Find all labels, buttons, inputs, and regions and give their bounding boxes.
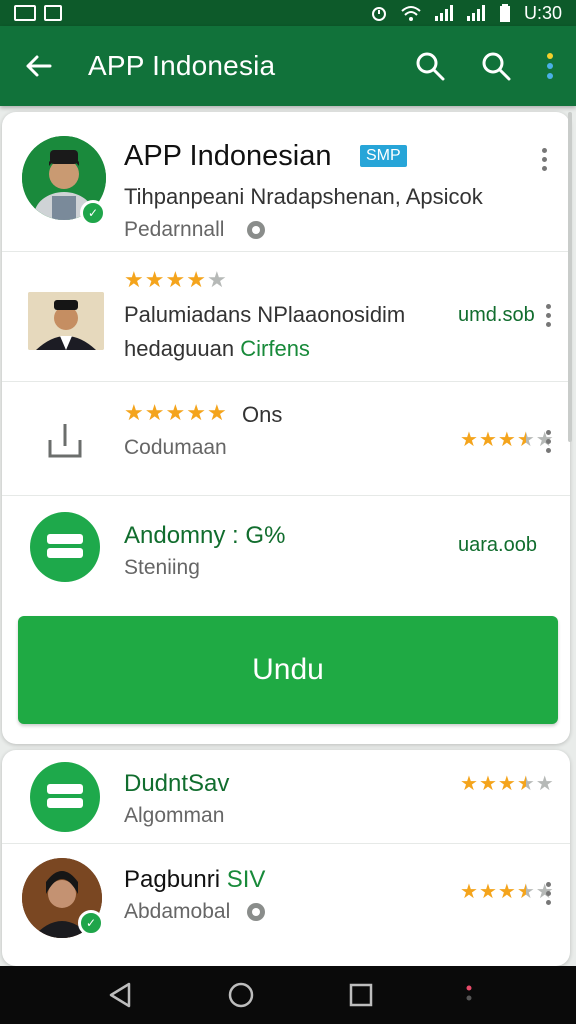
star-icon: ★ xyxy=(124,400,144,425)
app-title: APP Indonesian xyxy=(124,140,332,172)
star-icon: ★ xyxy=(144,267,165,292)
star-icon: ★ xyxy=(165,400,186,425)
item-title-accent: SIV xyxy=(226,866,266,893)
more-vert-icon xyxy=(547,53,553,79)
right-rating-stars: ★ ★ ★ ★ ★ xyxy=(460,430,554,450)
nav-home-button[interactable] xyxy=(221,975,261,1015)
item-title: Palumiadans NPlaaonosidim xyxy=(124,302,406,327)
item-subtitle: Abdamobal xyxy=(124,900,231,923)
download-button[interactable]: Undu xyxy=(18,616,558,724)
item-more-menu[interactable] xyxy=(544,430,552,453)
search-button-2[interactable] xyxy=(478,48,514,84)
item-title-text: Pagbunri xyxy=(124,866,221,893)
triangle-back-icon xyxy=(110,982,131,1008)
info-icon xyxy=(247,903,265,921)
search-icon xyxy=(416,52,445,81)
overflow-menu-button[interactable] xyxy=(544,48,556,84)
star-icon: ★ xyxy=(516,881,535,903)
gallery-notification-icon xyxy=(14,5,36,21)
header-more-menu[interactable] xyxy=(540,148,548,171)
star-icon: ★ xyxy=(124,267,144,292)
category-tag: SMP xyxy=(360,145,407,167)
list-item-rating-2[interactable]: ★ ★ ★ ★ ★ Ons Codumaan ★ ★ ★ ★ ★ xyxy=(2,382,570,496)
item-more-menu[interactable] xyxy=(544,882,552,905)
star-icon: ★ xyxy=(516,773,535,795)
star-icon: ★ xyxy=(460,881,478,903)
app-circle-icon xyxy=(30,512,100,582)
item-title: Andomny : G% xyxy=(124,522,286,549)
star-icon: ★ xyxy=(186,400,206,425)
rating-stars: ★ ★ ★ ★ ★ xyxy=(124,402,227,424)
star-icon: ★ xyxy=(497,429,516,451)
star-icon: ★ xyxy=(460,773,478,795)
wifi-icon xyxy=(401,6,421,21)
rating-label: Ons xyxy=(242,402,283,427)
right-rating-stars: ★ ★ ★ ★ ★ xyxy=(460,882,554,902)
item-right-text: uara.oob xyxy=(458,534,537,556)
item-right-text: umd.sob xyxy=(458,304,535,326)
signal-icon xyxy=(434,5,453,21)
status-bar: U:30 xyxy=(0,0,576,26)
list-item-rating-1[interactable]: ★ ★ ★ ★ ★ Palumiadans NPlaaonosidim hedaguua… xyxy=(2,252,570,382)
star-icon: ★ xyxy=(460,429,478,451)
search-button[interactable] xyxy=(412,48,448,84)
star-icon: ★ xyxy=(516,429,535,451)
search-icon xyxy=(482,52,511,81)
alarm-icon xyxy=(371,7,386,21)
app-header-row: ✓ APP Indonesian SMP Tihpanpeani Nradaps… xyxy=(2,112,570,252)
item-subtitle-text: hedaguuan xyxy=(124,336,235,361)
app-developer: Tihpanpeani Nradapshenan, Apsicok xyxy=(124,184,483,209)
nav-back-button[interactable] xyxy=(100,975,140,1015)
item-more-menu[interactable] xyxy=(544,304,552,327)
star-icon: ★ xyxy=(144,400,165,425)
star-icon: ★ xyxy=(478,881,497,903)
signal-icon-2 xyxy=(466,5,485,21)
page-title: APP Indonesia xyxy=(88,50,276,81)
star-icon: ★ xyxy=(478,429,497,451)
item-subtitle: Algomman xyxy=(124,804,225,827)
app-circle-icon xyxy=(30,762,100,832)
star-icon: ★ xyxy=(535,773,554,795)
item-title: Pagbunri SIV xyxy=(124,866,265,894)
system-nav-bar xyxy=(0,966,576,1024)
right-rating-stars: ★ ★ ★ ★ ★ xyxy=(460,774,554,794)
star-icon: ★ xyxy=(206,267,227,292)
verified-badge-icon: ✓ xyxy=(78,910,104,936)
star-icon: ★ xyxy=(206,400,227,425)
rating-stars: ★ ★ ★ ★ ★ xyxy=(124,269,227,291)
item-subtitle: hedaguuan Cirfens xyxy=(124,336,310,362)
star-icon: ★ xyxy=(478,773,497,795)
nav-more-button[interactable] xyxy=(462,975,476,1015)
app-detail-card: ✓ APP Indonesian SMP Tihpanpeani Nradaps… xyxy=(2,112,570,744)
list-item-app[interactable]: Andomny : G% Steniing uara.oob xyxy=(2,496,570,598)
star-icon: ★ xyxy=(186,267,206,292)
list-item-app[interactable]: ✓ Pagbunri SIV Abdamobal ★ ★ ★ ★ ★ xyxy=(2,844,570,966)
circle-home-icon xyxy=(228,982,253,1008)
app-notification-icon xyxy=(44,5,62,21)
battery-icon xyxy=(499,4,510,22)
verified-badge-icon: ✓ xyxy=(80,200,106,226)
square-recents-icon xyxy=(350,983,373,1007)
scrollbar[interactable] xyxy=(568,112,572,442)
info-icon xyxy=(247,221,265,239)
app-publisher: Pedarnnall xyxy=(124,218,225,241)
item-title: DudntSav xyxy=(124,770,230,797)
status-time: U:30 xyxy=(523,2,562,23)
back-button[interactable] xyxy=(20,48,56,84)
star-icon: ★ xyxy=(497,881,516,903)
item-subtitle-accent: Cirfens xyxy=(240,336,310,361)
arrow-back-icon xyxy=(26,55,52,77)
star-icon: ★ xyxy=(497,773,516,795)
item-subtitle: Codumaan xyxy=(124,436,227,459)
related-apps-card: DudntSav Algomman ★ ★ ★ ★ ★ ✓ Pagbunri SIV A… xyxy=(2,750,570,966)
item-subtitle: Steniing xyxy=(124,556,200,579)
share-icon xyxy=(48,424,82,458)
star-icon: ★ xyxy=(165,267,186,292)
app-bar: APP Indonesia xyxy=(0,26,576,106)
list-item-app[interactable]: DudntSav Algomman ★ ★ ★ ★ ★ xyxy=(2,750,570,844)
thumbnail xyxy=(28,292,104,350)
nav-recents-button[interactable] xyxy=(341,975,381,1015)
more-vert-icon xyxy=(466,985,472,1001)
person-thumbnail-icon xyxy=(28,292,104,350)
